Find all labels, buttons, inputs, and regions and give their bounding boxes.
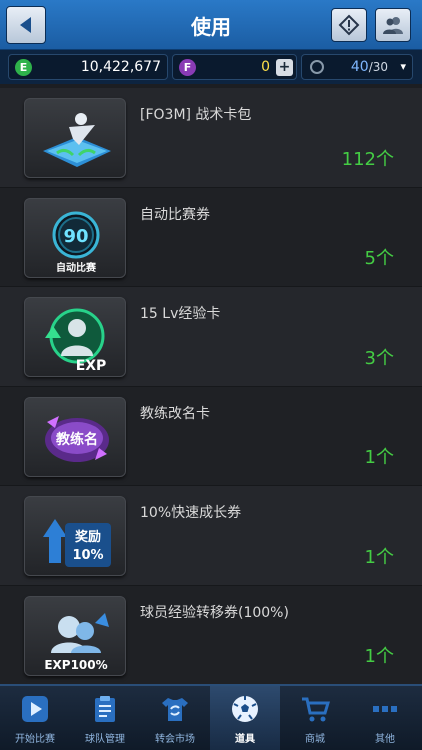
- nav-label: 转会市场: [155, 734, 195, 745]
- fc-coin-icon: F: [179, 59, 196, 76]
- badge-text: 90: [63, 226, 88, 247]
- ball-icon: [232, 696, 258, 722]
- clipboard-icon: [95, 696, 115, 722]
- list-item[interactable]: 奖励 10% 10%快速成长券 1个: [0, 486, 422, 586]
- nav-label: 开始比赛: [15, 734, 55, 745]
- list-item[interactable]: 90 自动比赛 自动比赛券 5个: [0, 187, 422, 287]
- top-header: 使用: [0, 0, 422, 50]
- more-icon: [373, 706, 397, 712]
- coach-rename-icon: 教练名: [24, 396, 126, 477]
- nav-more[interactable]: 其他: [350, 686, 420, 750]
- item-list: [FO3M] 战术卡包 112个 90 自动比赛 自动比赛券 5个 EXP 15…: [0, 88, 422, 684]
- item-name: 自动比赛券: [140, 206, 210, 223]
- item-count: 1个: [364, 546, 394, 568]
- transfer-shirt-icon: [162, 698, 188, 721]
- nav-label: 球队管理: [85, 734, 125, 745]
- item-name: [FO3M] 战术卡包: [140, 107, 252, 123]
- nav-label: 其他: [375, 734, 395, 745]
- fc-balance: F 0 +: [172, 54, 297, 80]
- caption-text: 自动比赛: [56, 261, 97, 274]
- ep-coin-icon: E: [15, 59, 32, 76]
- chevron-down-icon[interactable]: ▾: [400, 60, 406, 73]
- list-item[interactable]: EXP100% 球员经验转移券(100%) 1个: [0, 585, 422, 684]
- item-name: 球员经验转移券(100%): [140, 604, 289, 621]
- bottom-nav: 开始比赛 球队管理 转会市场 道具 商城 其他: [0, 684, 422, 750]
- list-item[interactable]: EXP 15 Lv经验卡 3个: [0, 287, 422, 387]
- list-item[interactable]: 教练名 教练改名卡 1个: [0, 386, 422, 486]
- growth-ticket-icon: 奖励 10%: [24, 496, 126, 576]
- caption-text: EXP: [76, 358, 107, 374]
- item-count: 1个: [364, 447, 394, 468]
- energy-balance[interactable]: 40/30 ▾: [301, 54, 413, 80]
- nav-label: 道具: [235, 734, 255, 745]
- caption-text-2: 10%: [72, 548, 103, 563]
- fc-value: 0: [261, 59, 270, 75]
- item-name: 15 Lv经验卡: [140, 306, 221, 322]
- notice-button[interactable]: [331, 8, 367, 42]
- add-fc-button[interactable]: +: [276, 59, 293, 76]
- cart-icon: [302, 697, 330, 722]
- energy-current: 40: [350, 59, 369, 75]
- play-icon: [22, 696, 48, 722]
- exp-card-icon: EXP: [24, 297, 126, 377]
- nav-start-match[interactable]: 开始比赛: [0, 686, 70, 750]
- friends-icon: [383, 17, 403, 34]
- timer-icon: [310, 60, 324, 74]
- nav-items[interactable]: 道具: [210, 686, 280, 750]
- item-name: 教练改名卡: [140, 405, 210, 422]
- auto-match-ticket-icon: 90 自动比赛: [24, 197, 126, 278]
- caption-text: 教练名: [56, 431, 98, 448]
- item-name: 10%快速成长券: [140, 505, 242, 521]
- exp-transfer-icon: EXP100%: [24, 595, 126, 676]
- item-count: 1个: [364, 646, 394, 667]
- item-count: 112个: [341, 148, 394, 170]
- alert-icon: [338, 14, 360, 36]
- nav-label: 商城: [305, 734, 325, 745]
- ep-value: 10,422,677: [80, 59, 161, 75]
- list-item[interactable]: [FO3M] 战术卡包 112个: [0, 88, 422, 188]
- nav-team-manage[interactable]: 球队管理: [70, 686, 140, 750]
- item-count: 5个: [364, 248, 394, 269]
- tactics-pack-icon: [24, 98, 126, 178]
- nav-transfer-market[interactable]: 转会市场: [140, 686, 210, 750]
- currency-bar: E 10,422,677 F 0 + 40/30 ▾: [0, 50, 422, 84]
- energy-value: 40/30: [351, 59, 388, 75]
- energy-max: /30: [368, 60, 388, 74]
- ep-balance: E 10,422,677: [8, 54, 168, 80]
- nav-shop[interactable]: 商城: [280, 686, 350, 750]
- item-count: 3个: [364, 347, 394, 369]
- caption-text: EXP100%: [44, 658, 107, 672]
- friends-button[interactable]: [375, 8, 411, 42]
- caption-text: 奖励: [75, 529, 101, 545]
